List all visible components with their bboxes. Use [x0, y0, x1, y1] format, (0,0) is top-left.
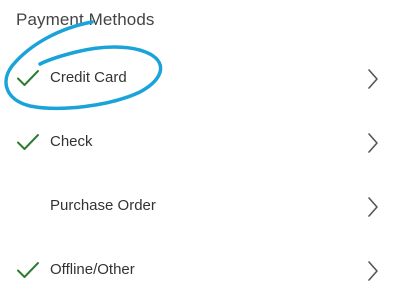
checkmark-icon — [17, 70, 39, 86]
payment-method-label: Offline/Other — [50, 261, 135, 278]
payment-method-row-credit-card[interactable]: Credit Card — [0, 47, 399, 111]
payment-method-label: Credit Card — [50, 69, 127, 86]
chevron-right-icon — [368, 69, 378, 89]
payment-method-label: Purchase Order — [50, 197, 156, 214]
checkmark-icon — [17, 134, 39, 150]
payment-method-row-offline-other[interactable]: Offline/Other — [0, 239, 399, 303]
checkmark-icon — [17, 262, 39, 278]
chevron-right-icon — [368, 197, 378, 217]
payment-method-row-purchase-order[interactable]: Purchase Order — [0, 175, 399, 239]
section-title: Payment Methods — [16, 10, 155, 29]
payment-method-list: Credit Card Check Purchase Order Offline… — [0, 47, 399, 303]
payment-method-row-check[interactable]: Check — [0, 111, 399, 175]
chevron-right-icon — [368, 261, 378, 281]
payment-method-label: Check — [50, 133, 93, 150]
chevron-right-icon — [368, 133, 378, 153]
